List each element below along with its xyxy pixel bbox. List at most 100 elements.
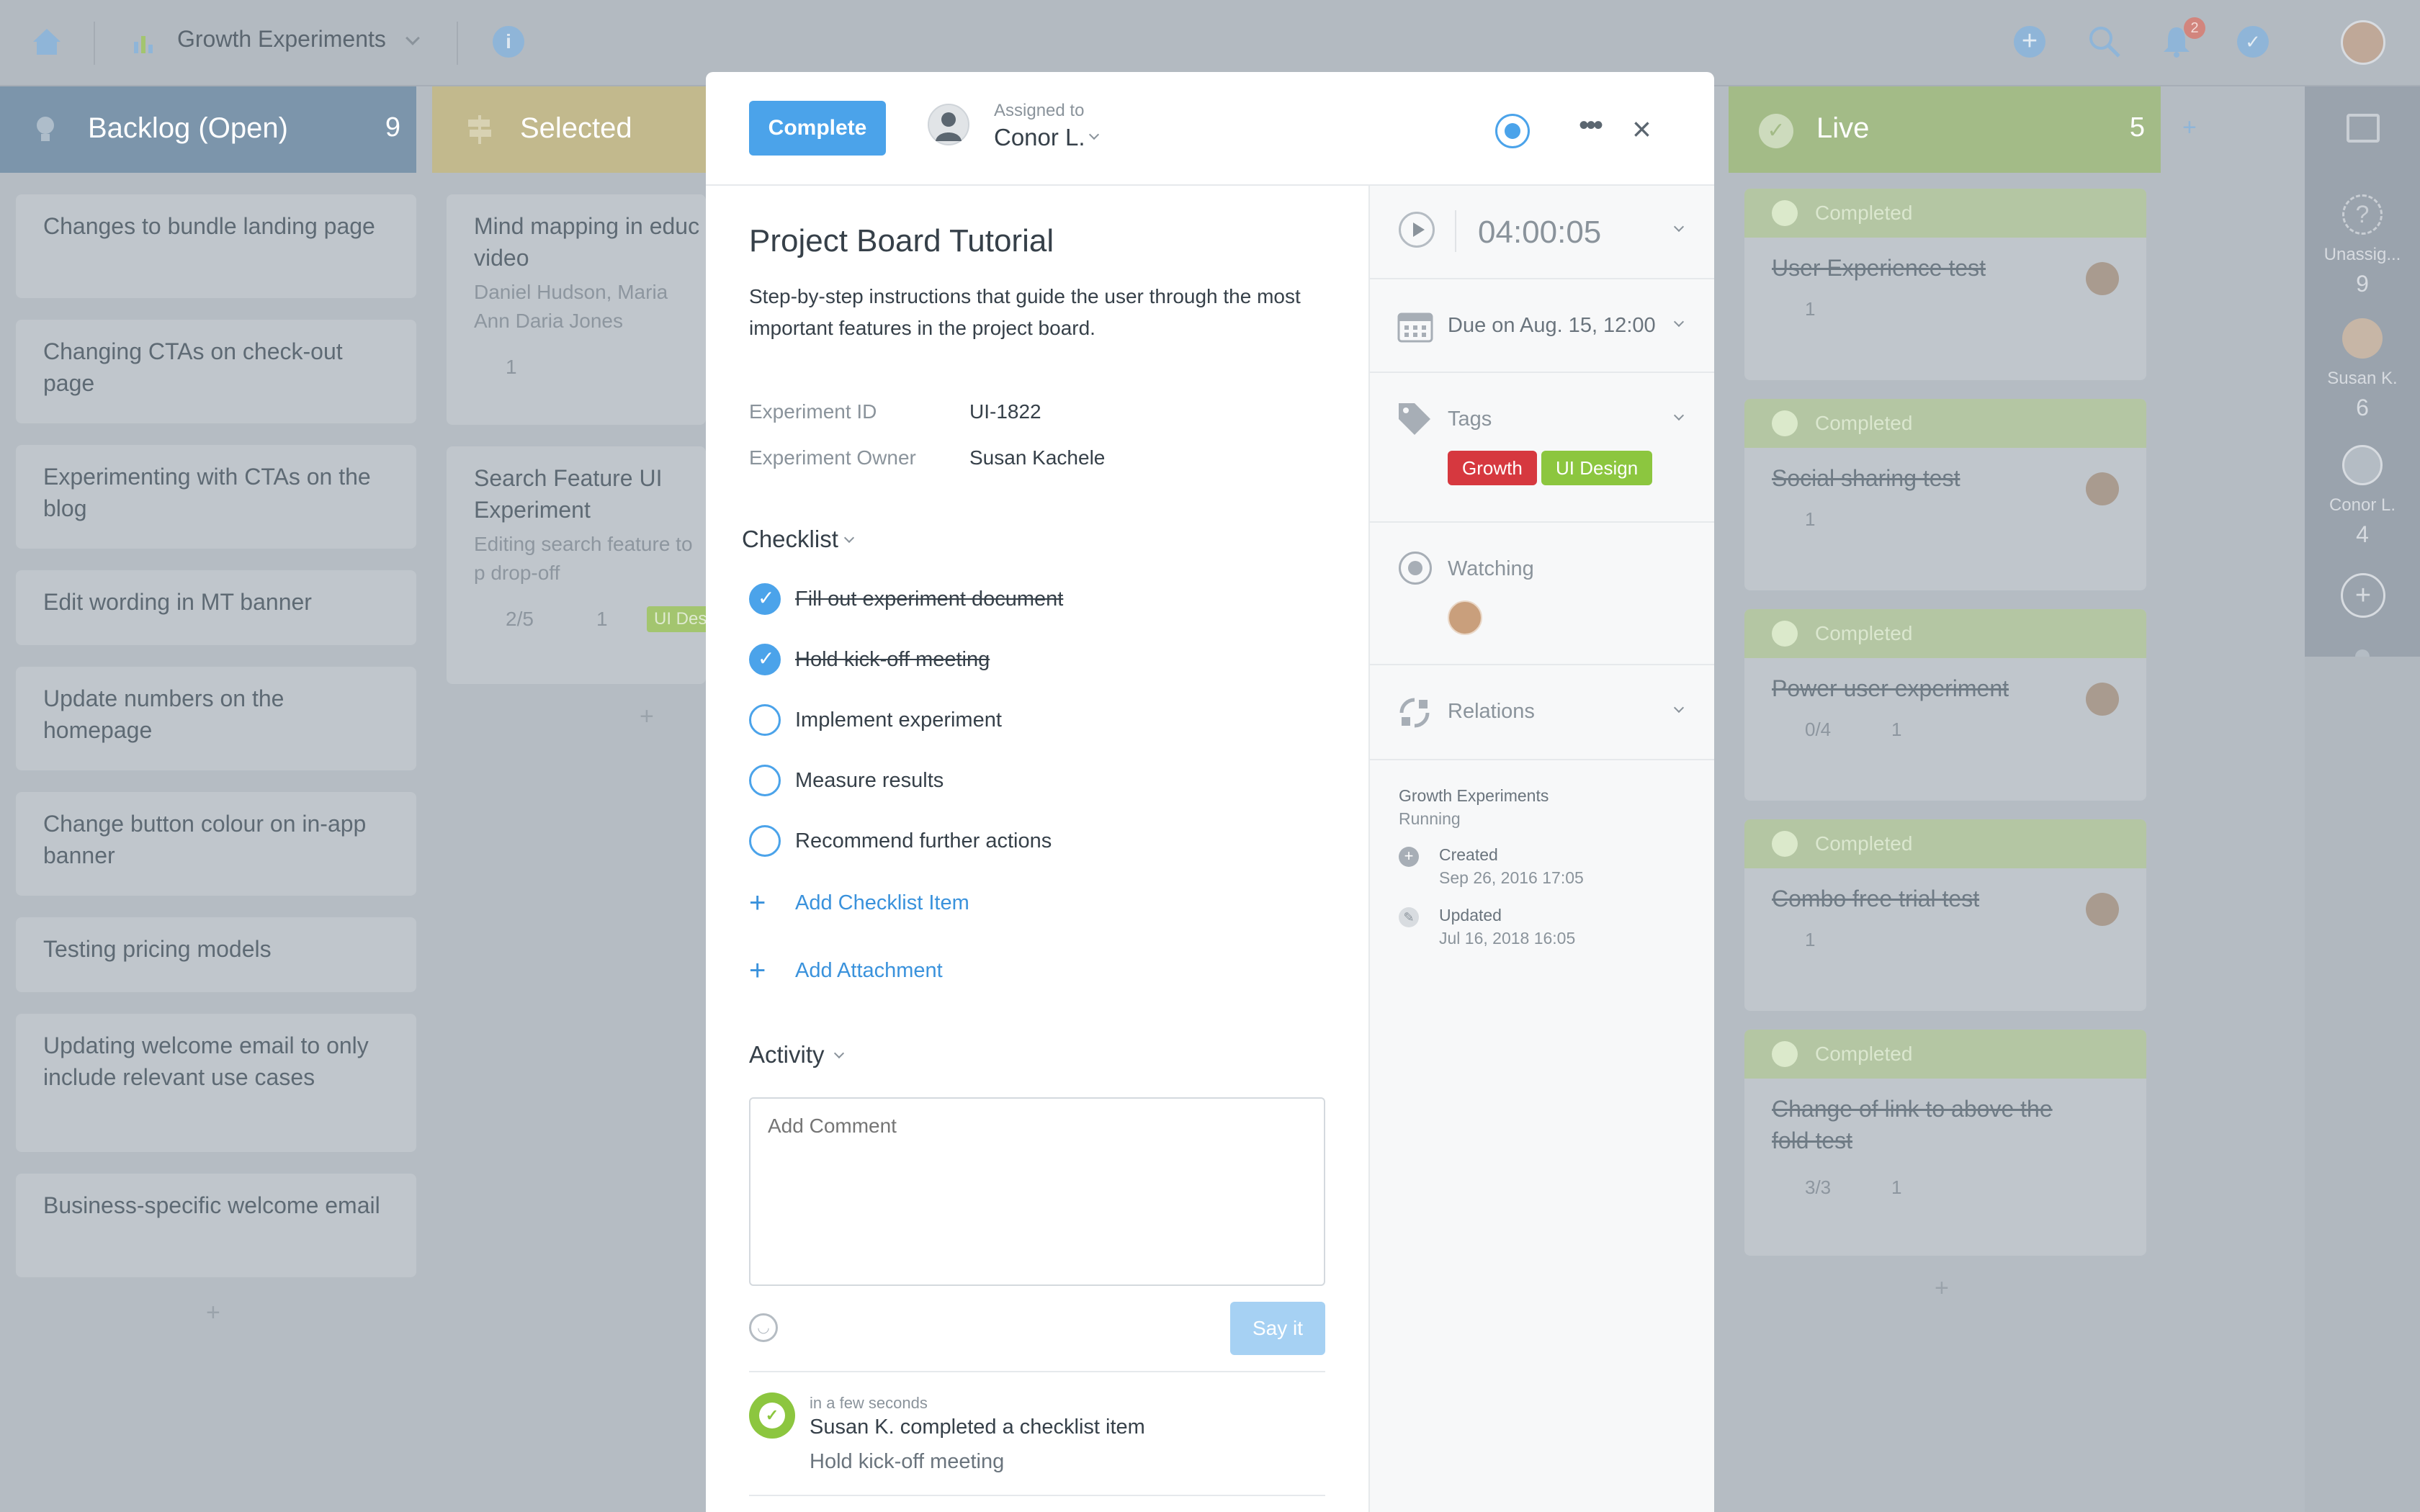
live-card[interactable]: Completed User Experience test 1 xyxy=(1744,189,2146,380)
relations-label: Relations xyxy=(1448,700,1535,723)
chevron-down-icon[interactable] xyxy=(1673,702,1685,714)
play-icon[interactable] xyxy=(1399,212,1435,248)
check-icon[interactable]: ✓ xyxy=(2237,26,2269,58)
field-value[interactable]: UI-1822 xyxy=(969,400,1041,423)
due-date-section[interactable]: Due on Aug. 15, 12:00 xyxy=(1370,279,1714,373)
panel-toggle-icon[interactable] xyxy=(2347,114,2380,143)
backlog-card[interactable]: Changes to bundle landing page xyxy=(16,194,416,298)
add-column-button[interactable]: + xyxy=(2182,114,2197,142)
created-date: Sep 26, 2016 17:05 xyxy=(1439,868,1584,887)
backlog-card[interactable]: Change button colour on in-app banner xyxy=(16,792,416,896)
checkbox[interactable]: ✓ xyxy=(749,644,781,675)
chevron-down-icon[interactable] xyxy=(1673,221,1685,233)
checkbox[interactable] xyxy=(749,704,781,736)
checkbox[interactable] xyxy=(749,765,781,796)
user-avatar[interactable] xyxy=(2341,20,2385,65)
tag-icon xyxy=(1399,403,1430,435)
backlog-card[interactable]: Testing pricing models xyxy=(16,917,416,992)
add-card-button[interactable]: + xyxy=(1935,1274,1949,1302)
checkbox[interactable]: ✓ xyxy=(749,583,781,615)
chevron-down-icon[interactable] xyxy=(1673,316,1685,328)
selected-card[interactable]: Search Feature UI Experiment Editing sea… xyxy=(447,446,706,684)
home-icon[interactable] xyxy=(32,27,62,56)
add-card-button[interactable]: + xyxy=(206,1299,220,1327)
selected-card[interactable]: Mind mapping in educ video Daniel Hudson… xyxy=(447,194,706,425)
task-title[interactable]: Project Board Tutorial xyxy=(749,223,1054,259)
check-icon xyxy=(1772,1041,1798,1067)
side-panel: 04:00:05 Due on Aug. 15, 12:00 Tags Grow… xyxy=(1368,186,1714,1512)
search-icon[interactable] xyxy=(2087,24,2122,59)
close-icon[interactable]: × xyxy=(1632,109,1652,148)
tags-section: Tags Growth UI Design xyxy=(1370,373,1714,523)
chevron-down-icon[interactable] xyxy=(405,31,420,45)
timer-value[interactable]: 04:00:05 xyxy=(1478,215,1601,251)
avatar[interactable] xyxy=(2342,445,2383,485)
emoji-icon[interactable]: ◡ xyxy=(749,1313,778,1342)
card-tag: UI Design xyxy=(647,606,706,632)
unassigned-icon[interactable]: ? xyxy=(2342,194,2383,235)
board-status: Running xyxy=(1399,809,1461,828)
live-card[interactable]: Completed Combo free trial test 1 xyxy=(1744,819,2146,1011)
avatar[interactable] xyxy=(2342,318,2383,359)
live-card[interactable]: Completed Social sharing test 1 xyxy=(1744,399,2146,590)
chevron-down-icon[interactable] xyxy=(1088,129,1100,140)
task-modal: Complete Assigned to Conor L. ••• × Proj… xyxy=(706,72,1714,1512)
checklist-item-text: Recommend further actions xyxy=(795,829,1052,852)
backlog-card[interactable]: Experimenting with CTAs on the blog xyxy=(16,445,416,549)
modal-header: Complete Assigned to Conor L. ••• × xyxy=(706,72,1714,186)
more-options-icon[interactable]: ••• xyxy=(1579,109,1603,142)
checklist-heading[interactable]: Checklist xyxy=(742,526,838,553)
check-circle-icon: ✓ xyxy=(1759,114,1793,148)
say-it-button[interactable]: Say it xyxy=(1230,1302,1325,1355)
rail-bottom xyxy=(2305,657,2420,1512)
backlog-card[interactable]: Update numbers on the homepage xyxy=(16,667,416,770)
pencil-icon: ✎ xyxy=(1399,907,1419,927)
rail-person-count: 9 xyxy=(2356,271,2369,297)
live-card[interactable]: Completed Change of link to above the fo… xyxy=(1744,1030,2146,1256)
add-card-button[interactable]: + xyxy=(640,703,654,731)
avatar xyxy=(2086,472,2119,505)
backlog-card[interactable]: Updating welcome email to only include r… xyxy=(16,1014,416,1152)
checkbox[interactable] xyxy=(749,825,781,857)
attachment-count: 1 xyxy=(1891,1176,1902,1198)
backlog-card[interactable]: Edit wording in MT banner xyxy=(16,570,416,645)
plus-icon: + xyxy=(749,887,766,919)
updated-label: Updated xyxy=(1439,906,1502,924)
task-description[interactable]: Step-by-step instructions that guide the… xyxy=(749,281,1325,344)
column-count: 9 xyxy=(385,112,400,143)
backlog-card[interactable]: Changing CTAs on check-out page xyxy=(16,320,416,423)
completed-band: Completed xyxy=(1744,819,2146,868)
live-card[interactable]: Completed Power user experiment 0/4 1 xyxy=(1744,609,2146,801)
field-value[interactable]: Susan Kachele xyxy=(969,446,1105,469)
attachment-count: 1 xyxy=(1891,719,1902,740)
chevron-down-icon[interactable] xyxy=(833,1048,845,1059)
tag-growth[interactable]: Growth xyxy=(1448,451,1537,485)
backlog-card[interactable]: Business-specific welcome email xyxy=(16,1174,416,1277)
add-person-button[interactable]: + xyxy=(2341,573,2385,618)
board-name[interactable]: Growth Experiments xyxy=(1399,786,1549,806)
activity-item: Hold kick-off meeting xyxy=(810,1450,1005,1473)
assignee-name[interactable]: Conor L. xyxy=(994,124,1085,151)
complete-button[interactable]: Complete xyxy=(749,101,886,156)
comment-input[interactable] xyxy=(749,1097,1325,1286)
chevron-down-icon[interactable] xyxy=(1673,410,1685,421)
column-title: Live xyxy=(1816,112,1870,144)
info-icon[interactable]: i xyxy=(493,26,524,58)
assignee-avatar[interactable] xyxy=(928,104,969,145)
checklist-item-text: Measure results xyxy=(795,769,944,792)
tag-ui-design[interactable]: UI Design xyxy=(1541,451,1653,485)
created-label: Created xyxy=(1439,845,1498,864)
rail-person-name: Conor L. xyxy=(2329,495,2396,515)
rail-person-name: Unassig... xyxy=(2323,245,2401,264)
completed-band: Completed xyxy=(1744,189,2146,238)
activity-heading[interactable]: Activity xyxy=(749,1041,825,1068)
watch-icon[interactable] xyxy=(1495,114,1530,148)
chevron-down-icon[interactable] xyxy=(843,532,855,544)
column-header-live: ✓ Live 5 xyxy=(1729,86,2161,173)
add-icon[interactable]: + xyxy=(2014,26,2045,58)
project-title[interactable]: Growth Experiments xyxy=(177,26,386,53)
activity-time: in a few seconds xyxy=(810,1394,928,1412)
avatar xyxy=(2086,893,2119,926)
relations-section[interactable]: Relations xyxy=(1370,665,1714,760)
watcher-avatar[interactable] xyxy=(1448,600,1482,635)
